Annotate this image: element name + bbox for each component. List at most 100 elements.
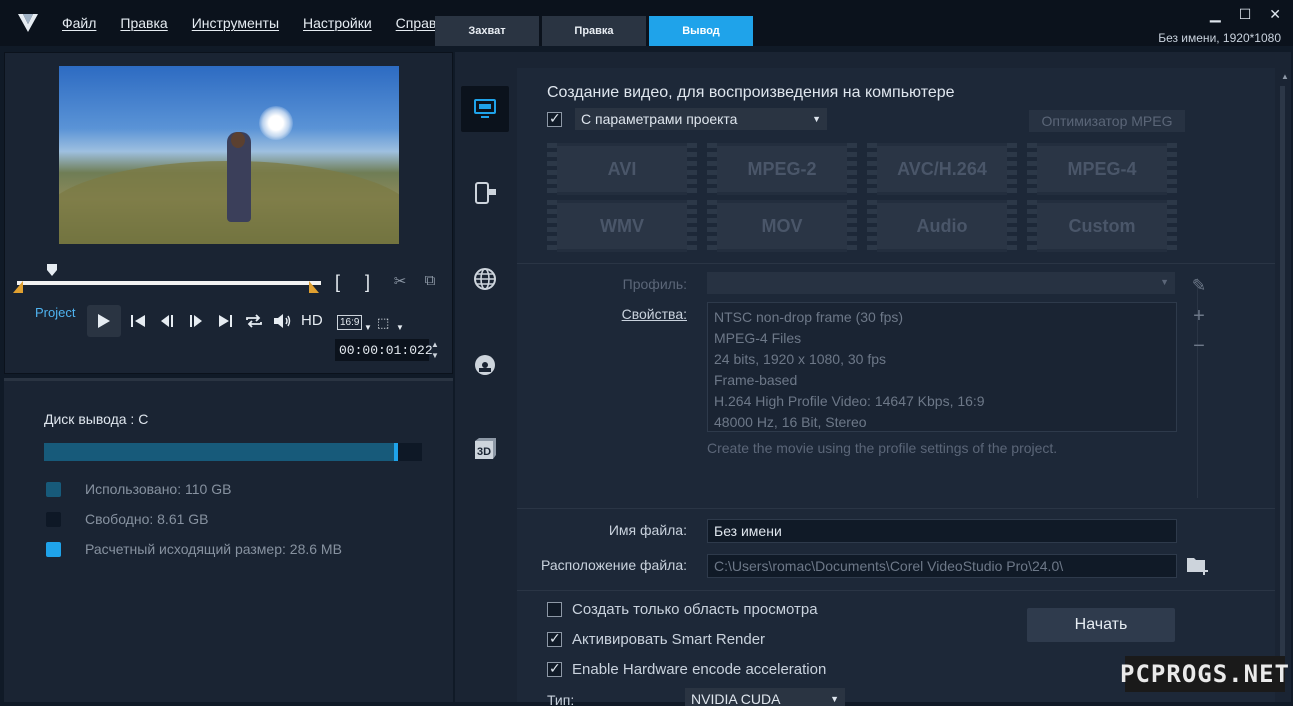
menu-edit[interactable]: Правка xyxy=(120,15,167,31)
video-preview[interactable] xyxy=(59,66,399,244)
location-input[interactable]: C:\Users\romac\Documents\Corel VideoStud… xyxy=(707,554,1177,578)
tab-capture[interactable]: Захват xyxy=(435,16,539,46)
3d-output-button[interactable]: 3D xyxy=(461,426,509,472)
properties-label: Свойства: xyxy=(621,306,687,322)
play-button[interactable] xyxy=(87,305,121,337)
filename-input[interactable]: Без имени xyxy=(707,519,1177,543)
mark-in-button[interactable]: [ xyxy=(335,272,340,293)
disk-used-fill xyxy=(44,443,394,461)
hw-encode-option[interactable]: Enable Hardware encode acceleration xyxy=(547,660,826,678)
display-chevron-down-icon[interactable]: ▼ xyxy=(396,323,404,332)
repeat-icon[interactable] xyxy=(243,313,265,329)
split-clip-icon[interactable]: ✂ xyxy=(391,272,409,290)
smart-render-option[interactable]: Активировать Smart Render xyxy=(547,630,766,648)
format-mpeg4-button[interactable]: MPEG-4 xyxy=(1027,143,1177,195)
project-settings-value: С параметрами проекта xyxy=(581,111,738,127)
player-panel: [ ] ✂ ⧉ Project HD 16:9 ▼ ⬚ ▼ 00:00:01:0… xyxy=(4,52,453,374)
scrollbar-thumb[interactable] xyxy=(1280,86,1285,656)
previous-frame-icon[interactable] xyxy=(157,313,179,329)
scroll-up-icon[interactable]: ▲ xyxy=(1281,72,1289,81)
go-to-end-icon[interactable] xyxy=(215,313,237,329)
legend-swatch-free xyxy=(46,511,61,527)
browse-folder-icon[interactable] xyxy=(1185,554,1211,576)
timecode-field[interactable]: 00:00:01:022 xyxy=(335,339,433,361)
project-mode-label[interactable]: Project xyxy=(35,305,75,320)
legend-swatch-estimated xyxy=(46,541,61,557)
app-window: Файл Правка Инструменты Настройки Справк… xyxy=(0,0,1293,706)
format-avi-label: AVI xyxy=(557,146,687,192)
svg-text:3D: 3D xyxy=(477,446,491,458)
format-custom-button[interactable]: Custom xyxy=(1027,200,1177,252)
disc-output-button[interactable] xyxy=(461,342,509,388)
disk-estimated-fill xyxy=(394,443,398,461)
window-controls: ▁ ☐ ✕ xyxy=(1210,6,1281,23)
disk-panel: Диск вывода : C Использовано: 110 GB Сво… xyxy=(4,378,453,702)
device-output-button[interactable] xyxy=(461,170,509,216)
tab-share[interactable]: Вывод xyxy=(649,16,753,46)
smart-render-label: Активировать Smart Render xyxy=(572,631,766,648)
watermark: PCPROGS.NET xyxy=(1120,656,1289,692)
hd-preview-toggle[interactable]: HD xyxy=(301,312,323,329)
preview-range-checkbox[interactable] xyxy=(547,602,562,617)
trim-bar[interactable] xyxy=(17,281,321,285)
type-chevron-down-icon: ▼ xyxy=(830,694,839,704)
remove-profile-icon[interactable]: − xyxy=(1187,336,1211,356)
project-info: Без имени, 1920*1080 xyxy=(1158,31,1281,45)
workspace-tabs: Захват Правка Вывод xyxy=(435,16,753,46)
menu-settings[interactable]: Настройки xyxy=(303,15,372,31)
smart-render-checkbox[interactable] xyxy=(547,630,562,647)
profile-dropdown[interactable]: ▼ xyxy=(707,272,1175,294)
legend-free-label: Свободно: 8.61 GB xyxy=(85,511,209,527)
format-avc-button[interactable]: AVC/H.264 xyxy=(867,143,1017,195)
format-custom-label: Custom xyxy=(1037,203,1167,249)
minimize-icon[interactable]: ▁ xyxy=(1210,6,1221,23)
property-line: H.264 High Profile Video: 14647 Kbps, 16… xyxy=(714,393,985,409)
tab-edit[interactable]: Правка xyxy=(542,16,646,46)
section-title: Создание видео, для воспроизведения на к… xyxy=(547,84,955,101)
add-profile-icon[interactable]: + xyxy=(1187,306,1211,326)
format-mpeg2-button[interactable]: MPEG-2 xyxy=(707,143,857,195)
play-icon xyxy=(98,314,110,328)
menu-bar: Файл Правка Инструменты Настройки Справк… xyxy=(62,15,475,31)
project-settings-checkbox[interactable] xyxy=(547,110,562,127)
start-button[interactable]: Начать xyxy=(1027,608,1175,642)
scrubber-handle-icon[interactable] xyxy=(47,264,57,276)
format-wmv-button[interactable]: WMV xyxy=(547,200,697,252)
type-label: Тип: xyxy=(547,692,575,706)
chevron-down-icon: ▼ xyxy=(812,114,821,124)
3d-icon: 3D xyxy=(475,438,496,459)
aspect-ratio-button[interactable]: 16:9 xyxy=(337,315,363,330)
format-mov-button[interactable]: MOV xyxy=(707,200,857,252)
next-frame-icon[interactable] xyxy=(185,313,207,329)
computer-output-button[interactable] xyxy=(461,86,509,132)
mpeg-optimizer-button[interactable]: Оптимизатор MPEG xyxy=(1029,110,1185,132)
menu-file[interactable]: Файл xyxy=(62,15,96,31)
legend-estimated: Расчетный исходящий размер: 28.6 MB xyxy=(46,541,342,557)
hw-encode-checkbox[interactable] xyxy=(547,660,562,677)
go-to-start-icon[interactable] xyxy=(127,313,149,329)
edit-profile-icon[interactable]: ✎ xyxy=(1187,276,1211,296)
volume-icon[interactable] xyxy=(271,313,293,329)
format-mov-label: MOV xyxy=(717,203,847,249)
format-avi-button[interactable]: AVI xyxy=(547,143,697,195)
timecode-stepper[interactable]: ▲ ▼ xyxy=(431,339,439,361)
web-output-button[interactable] xyxy=(461,256,509,302)
close-icon[interactable]: ✕ xyxy=(1269,6,1281,23)
property-line: NTSC non-drop frame (30 fps) xyxy=(714,309,904,325)
display-mode-icon[interactable]: ⬚ xyxy=(377,315,389,331)
mark-out-button[interactable]: ] xyxy=(365,272,370,293)
copy-clip-icon[interactable]: ⧉ xyxy=(421,272,439,290)
aspect-chevron-down-icon[interactable]: ▼ xyxy=(364,323,372,332)
filename-label: Имя файла: xyxy=(608,522,687,538)
profile-label: Профиль: xyxy=(622,276,687,292)
format-mpeg4-label: MPEG-4 xyxy=(1037,146,1167,192)
menu-tools[interactable]: Инструменты xyxy=(192,15,279,31)
project-settings-dropdown[interactable]: С параметрами проекта ▼ xyxy=(575,108,827,130)
format-avc-label: AVC/H.264 xyxy=(877,146,1007,192)
computer-icon xyxy=(474,99,496,118)
type-dropdown[interactable]: NVIDIA CUDA ▼ xyxy=(685,688,845,706)
format-audio-button[interactable]: Audio xyxy=(867,200,1017,252)
preview-range-label: Создать только область просмотра xyxy=(572,601,818,618)
preview-range-option[interactable]: Создать только область просмотра xyxy=(547,601,818,618)
maximize-icon[interactable]: ☐ xyxy=(1239,6,1252,23)
